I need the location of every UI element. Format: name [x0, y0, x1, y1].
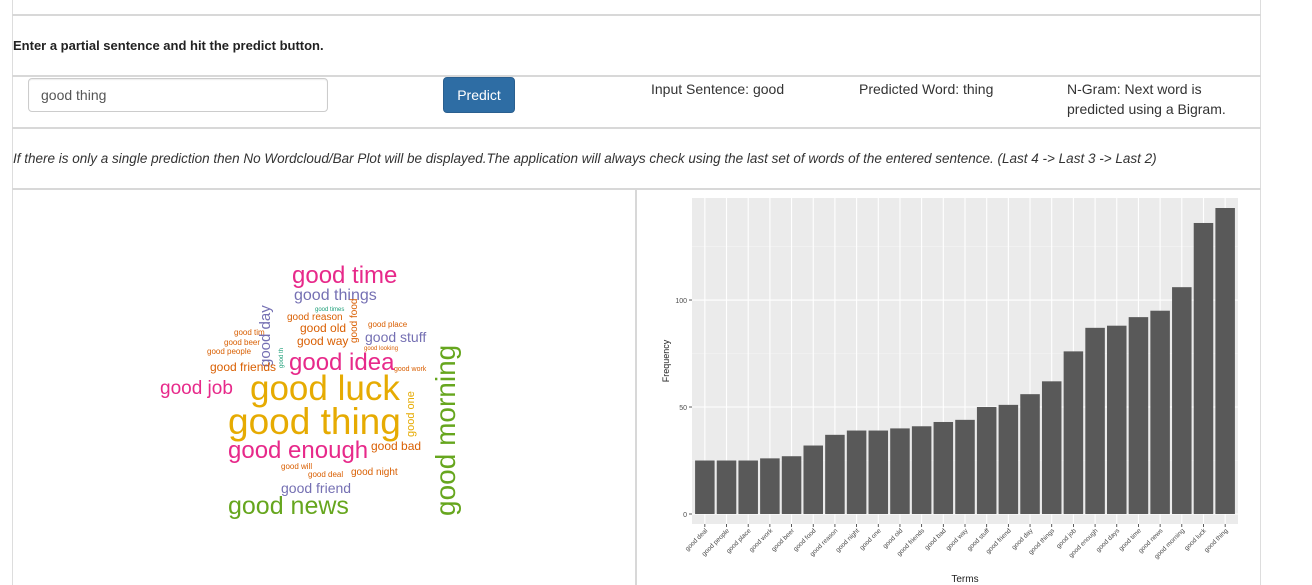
bar	[1020, 394, 1040, 514]
bar	[955, 419, 975, 514]
bar	[1107, 325, 1127, 514]
wc-word: good one	[405, 391, 417, 437]
bar	[825, 434, 845, 514]
bar	[1215, 208, 1235, 514]
input-sentence-text: Input Sentence: good	[651, 81, 785, 97]
x-tick-label: good thing	[1203, 527, 1230, 554]
wc-word: good morning	[430, 344, 461, 516]
instructions-label: Enter a partial sentence and hit the pre…	[13, 38, 324, 53]
wc-word: good food	[349, 298, 360, 344]
bar	[890, 428, 910, 514]
bar	[976, 407, 997, 514]
predict-button[interactable]: Predict	[443, 77, 515, 113]
bar	[1150, 310, 1170, 514]
wc-word: good news	[228, 492, 349, 520]
divider-top	[12, 14, 1261, 16]
bar	[738, 460, 758, 514]
bar	[933, 421, 954, 514]
frequency-bar-chart: 0 50 100 good deal good people good place good…	[640, 192, 1260, 585]
y-tick-label: 50	[679, 405, 687, 412]
y-axis-label: Frequency	[661, 339, 671, 382]
bar	[1172, 287, 1192, 514]
bar-chart-svg: 050100good dealgood peoplegood placegood…	[661, 198, 1238, 585]
wc-word: good stuff	[365, 329, 427, 345]
bar	[911, 426, 932, 514]
bar	[1085, 327, 1105, 514]
bar	[716, 460, 737, 514]
ngram-info-line1: N-Gram: Next word is	[1067, 81, 1202, 97]
y-tick-label: 0	[683, 512, 687, 519]
bar	[868, 430, 889, 514]
divider-controls-bottom	[12, 127, 1261, 129]
ngram-info: N-Gram: Next word is predicted using a B…	[1067, 79, 1226, 119]
wc-word: good place	[368, 320, 408, 329]
wordcloud: good time good things good times good re…	[140, 250, 500, 540]
wc-word: good enough	[228, 437, 369, 464]
predicted-word-text: Predicted Word: thing	[859, 81, 994, 97]
bar	[1128, 317, 1149, 514]
x-tick-label: good night	[835, 527, 862, 554]
bar	[760, 458, 780, 514]
wc-word: good day	[257, 305, 274, 367]
bar	[846, 430, 867, 514]
ngram-info-line2: predicted using a Bigram.	[1067, 101, 1226, 117]
panel-divider	[635, 190, 637, 585]
wc-word: good deal	[308, 470, 344, 479]
wc-word: good night	[351, 467, 398, 478]
bar	[1041, 381, 1062, 514]
wc-word: good time	[292, 262, 398, 289]
wc-word: good job	[160, 378, 233, 399]
wc-word: good thing	[228, 401, 401, 442]
bar	[1193, 222, 1214, 515]
bar	[1063, 351, 1084, 514]
x-axis-label: Terms	[951, 574, 978, 585]
bar	[695, 460, 715, 514]
wc-word: good people	[207, 347, 252, 356]
wc-word: good old	[300, 321, 347, 335]
divider-controls-top	[12, 75, 1261, 77]
y-tick-label: 100	[675, 298, 687, 305]
wc-word: good way	[297, 334, 349, 348]
x-tick-label: good days	[1095, 527, 1122, 554]
info-note: If there is only a single prediction the…	[13, 151, 1157, 166]
bar	[803, 445, 823, 514]
bar	[781, 456, 802, 514]
bar	[998, 404, 1019, 514]
wc-word: good th	[279, 347, 285, 368]
sentence-input[interactable]	[28, 78, 328, 112]
x-tick-label: good one	[859, 527, 883, 551]
wc-word: good things	[294, 287, 377, 304]
wc-word: good bad	[371, 439, 422, 453]
wc-word: good beer	[224, 338, 261, 347]
